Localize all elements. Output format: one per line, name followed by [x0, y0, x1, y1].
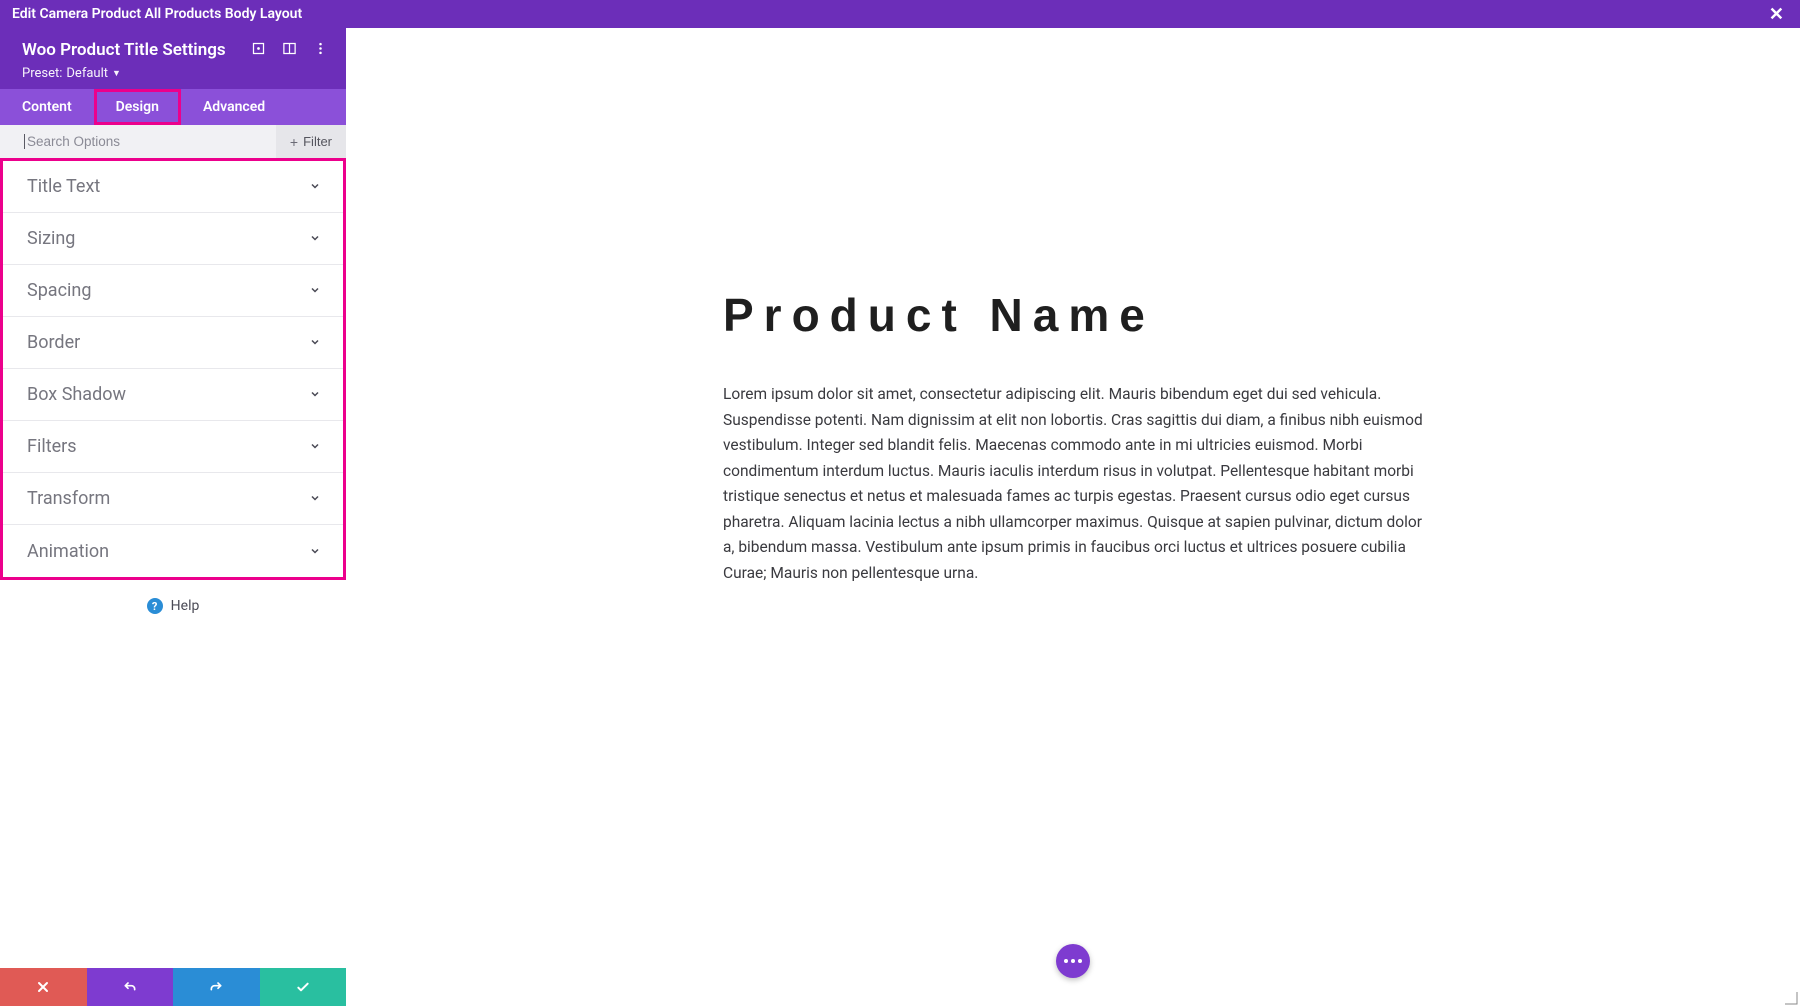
chevron-down-icon [309, 385, 321, 404]
accordion-spacing[interactable]: Spacing [3, 265, 343, 317]
chevron-down-icon [309, 542, 321, 561]
more-icon[interactable] [313, 41, 328, 60]
help-icon: ? [147, 598, 163, 614]
preset-label: Preset: [22, 66, 62, 81]
chevron-down-icon [309, 437, 321, 456]
help-label: Help [171, 598, 200, 614]
settings-sidebar: Woo Product Title Settings Preset: Defau… [0, 28, 346, 1006]
preview-content: Product Name Lorem ipsum dolor sit amet,… [723, 28, 1423, 587]
close-icon[interactable]: ✕ [1765, 4, 1788, 25]
columns-icon[interactable] [282, 41, 297, 60]
redo-button[interactable] [173, 968, 260, 1006]
action-bar [0, 968, 346, 1006]
tab-advanced[interactable]: Advanced [181, 89, 287, 125]
chevron-down-icon: ▼ [112, 68, 121, 79]
chevron-down-icon [309, 281, 321, 300]
top-bar: Edit Camera Product All Products Body La… [0, 0, 1800, 28]
design-accordion: Title Text Sizing Spacing Border Box Sha… [0, 158, 346, 580]
filter-button[interactable]: + Filter [276, 125, 346, 158]
accordion-label: Box Shadow [27, 384, 126, 405]
accordion-border[interactable]: Border [3, 317, 343, 369]
chevron-down-icon [309, 177, 321, 196]
settings-tabs: Content Design Advanced [0, 89, 346, 125]
search-bar: + Filter [0, 125, 346, 159]
header-icons [251, 41, 328, 60]
undo-button[interactable] [87, 968, 174, 1006]
preset-value: Default [66, 66, 108, 81]
accordion-label: Transform [27, 488, 110, 509]
accordion-label: Sizing [27, 228, 75, 249]
chevron-down-icon [309, 489, 321, 508]
resize-handle-icon[interactable] [1784, 990, 1798, 1004]
product-title: Product Name [723, 288, 1423, 342]
settings-title: Woo Product Title Settings [22, 40, 226, 60]
accordion-label: Spacing [27, 280, 91, 301]
cancel-button[interactable] [0, 968, 87, 1006]
accordion-transform[interactable]: Transform [3, 473, 343, 525]
top-bar-title: Edit Camera Product All Products Body La… [12, 6, 302, 22]
search-input[interactable] [0, 134, 276, 149]
accordion-sizing[interactable]: Sizing [3, 213, 343, 265]
accordion-label: Filters [27, 436, 77, 457]
accordion-label: Border [27, 332, 80, 353]
plus-icon: + [290, 134, 298, 150]
floating-action-button[interactable] [1056, 944, 1090, 978]
sidebar-header: Woo Product Title Settings Preset: Defau… [0, 28, 346, 89]
responsive-icon[interactable] [251, 41, 266, 60]
chevron-down-icon [309, 229, 321, 248]
main: Woo Product Title Settings Preset: Defau… [0, 28, 1800, 1006]
product-description: Lorem ipsum dolor sit amet, consectetur … [723, 382, 1423, 587]
preset-selector[interactable]: Preset: Default ▼ [22, 66, 328, 81]
accordion-box-shadow[interactable]: Box Shadow [3, 369, 343, 421]
save-button[interactable] [260, 968, 347, 1006]
filter-label: Filter [303, 134, 332, 149]
accordion-title-text[interactable]: Title Text [3, 161, 343, 213]
accordion-label: Animation [27, 541, 109, 562]
chevron-down-icon [309, 333, 321, 352]
accordion-label: Title Text [27, 176, 100, 197]
accordion-filters[interactable]: Filters [3, 421, 343, 473]
tab-content[interactable]: Content [0, 89, 94, 125]
accordion-animation[interactable]: Animation [3, 525, 343, 577]
spacer [0, 632, 346, 968]
preview-pane: Product Name Lorem ipsum dolor sit amet,… [346, 28, 1800, 1006]
help-link[interactable]: ? Help [0, 580, 346, 632]
tab-design[interactable]: Design [94, 89, 181, 125]
